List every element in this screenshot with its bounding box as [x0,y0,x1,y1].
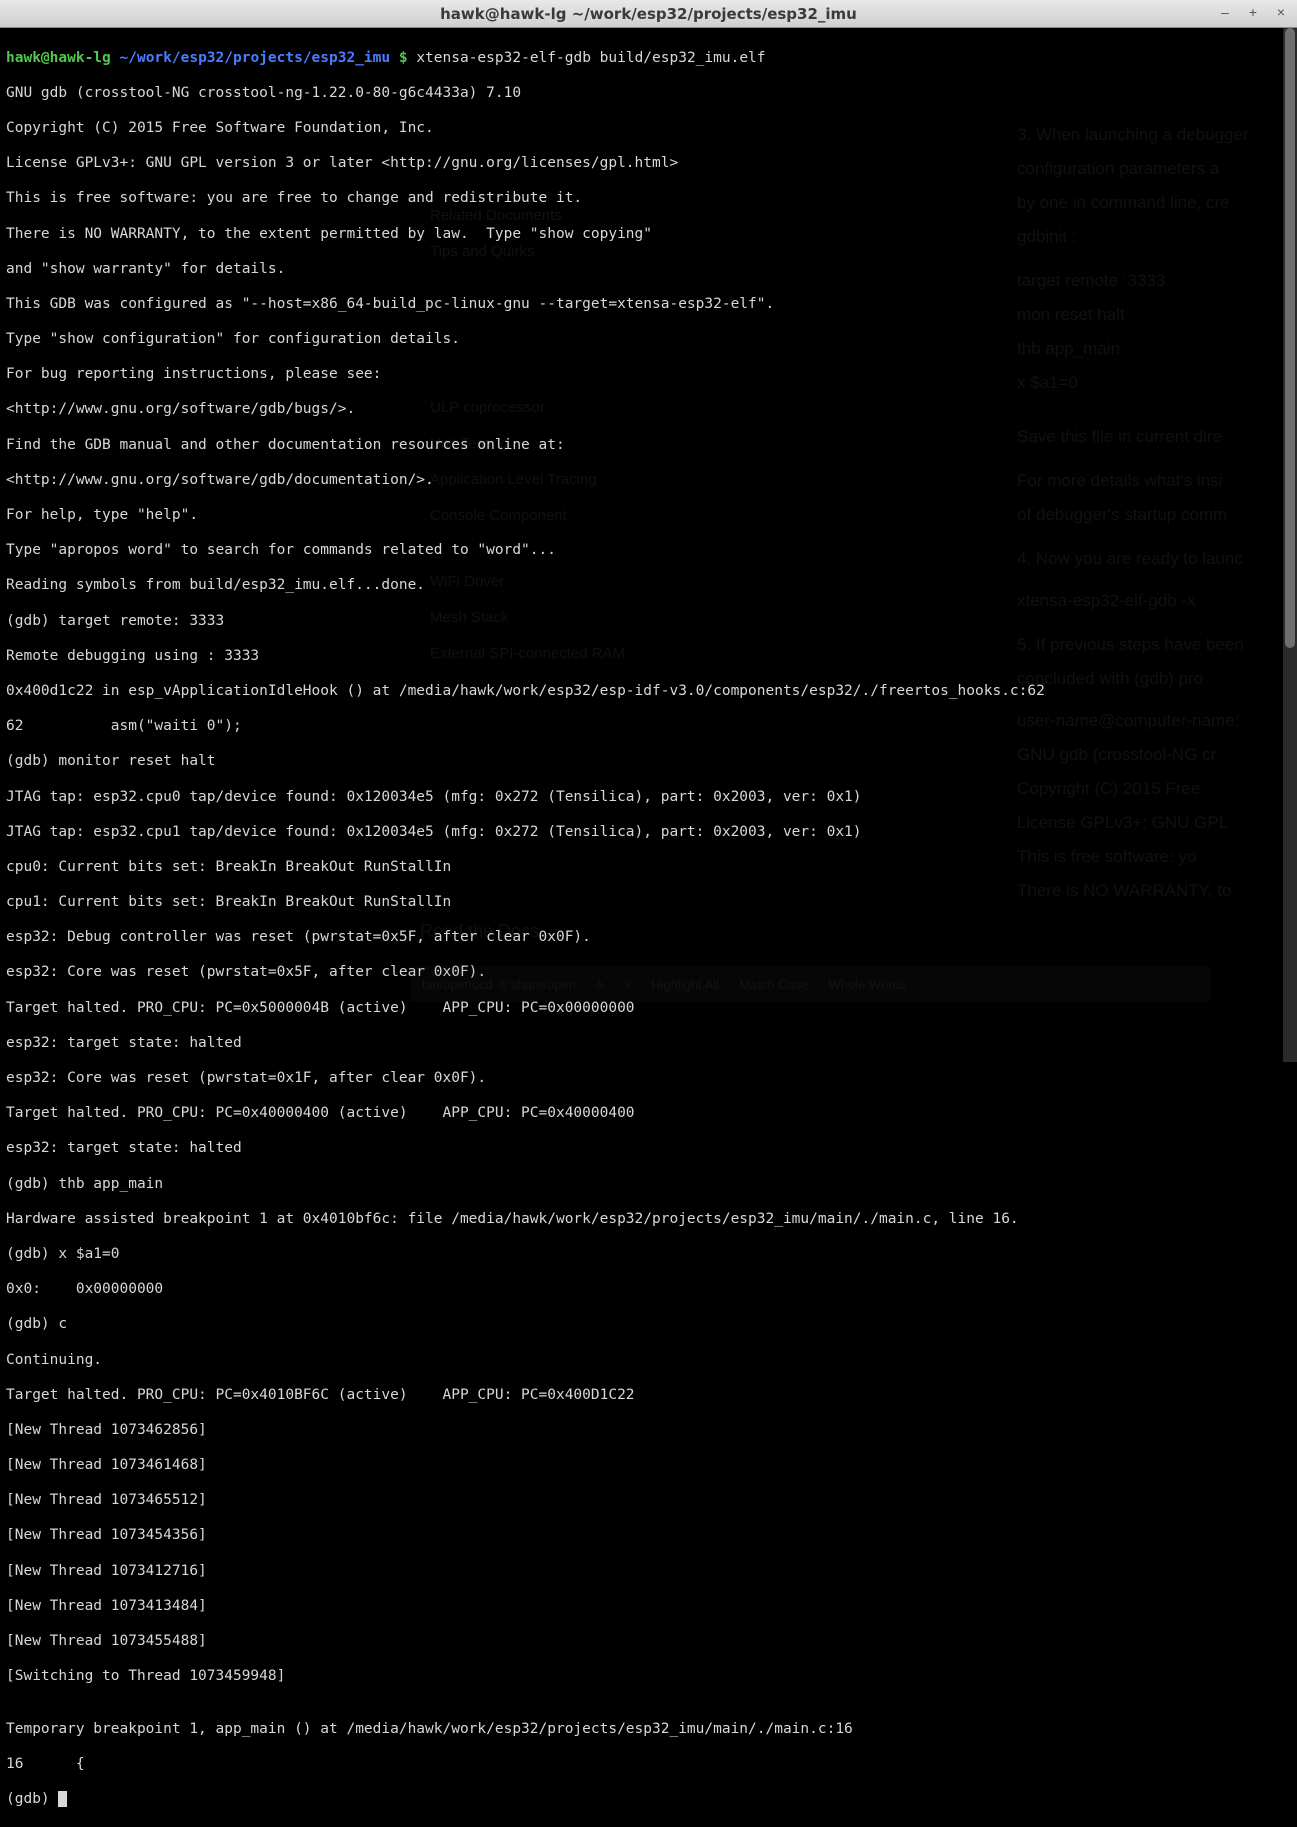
output-line: License GPLv3+: GNU GPL version 3 or lat… [6,155,1291,173]
output-line: <http://www.gnu.org/software/gdb/documen… [6,472,1291,490]
output-line: [New Thread 1073465512] [6,1492,1291,1510]
terminal-scrollbar[interactable] [1283,28,1297,1062]
output-line: cpu1: Current bits set: BreakIn BreakOut… [6,894,1291,912]
output-line: [New Thread 1073454356] [6,1527,1291,1545]
minimize-icon[interactable]: – [1217,4,1233,20]
output-line: This is free software: you are free to c… [6,190,1291,208]
prompt-dollar: $ [399,50,408,66]
output-line: [Switching to Thread 1073459948] [6,1668,1291,1686]
output-line: This GDB was configured as "--host=x86_6… [6,296,1291,314]
output-line: Copyright (C) 2015 Free Software Foundat… [6,120,1291,138]
output-line: Remote debugging using : 3333 [6,648,1291,666]
output-line: cpu0: Current bits set: BreakIn BreakOut… [6,859,1291,877]
output-line: esp32: Debug controller was reset (pwrst… [6,929,1291,947]
output-line: and "show warranty" for details. [6,261,1291,279]
output-line: For bug reporting instructions, please s… [6,366,1291,384]
output-line: Target halted. PRO_CPU: PC=0x5000004B (a… [6,1000,1291,1018]
output-line: (gdb) target remote: 3333 [6,613,1291,631]
output-line: Target halted. PRO_CPU: PC=0x4010BF6C (a… [6,1387,1291,1405]
output-line: esp32: Core was reset (pwrstat=0x5F, aft… [6,964,1291,982]
output-line: 0x400d1c22 in esp_vApplicationIdleHook (… [6,683,1291,701]
output-line: For help, type "help". [6,507,1291,525]
output-line: Type "show configuration" for configurat… [6,331,1291,349]
output-line: [New Thread 1073412716] [6,1563,1291,1581]
scrollbar-thumb[interactable] [1285,28,1295,648]
output-line: Temporary breakpoint 1, app_main () at /… [6,1721,1291,1739]
output-line: Hardware assisted breakpoint 1 at 0x4010… [6,1211,1291,1229]
output-line: esp32: target state: halted [6,1140,1291,1158]
window-controls: – + × [1217,4,1289,20]
entered-command: xtensa-esp32-elf-gdb build/esp32_imu.elf [416,50,765,66]
output-line: (gdb) monitor reset halt [6,753,1291,771]
output-line: GNU gdb (crosstool-NG crosstool-ng-1.22.… [6,85,1291,103]
output-line: JTAG tap: esp32.cpu1 tap/device found: 0… [6,824,1291,842]
output-line: Reading symbols from build/esp32_imu.elf… [6,577,1291,595]
output-line: JTAG tap: esp32.cpu0 tap/device found: 0… [6,789,1291,807]
output-line: Continuing. [6,1352,1291,1370]
output-line: [New Thread 1073461468] [6,1457,1291,1475]
output-line: (gdb) x $a1=0 [6,1246,1291,1264]
output-line: Find the GDB manual and other documentat… [6,437,1291,455]
output-line: [New Thread 1073462856] [6,1422,1291,1440]
prompt-user-host: hawk@hawk-lg [6,50,111,66]
window-titlebar: hawk@hawk-lg ~/work/esp32/projects/esp32… [0,0,1297,28]
output-line: [New Thread 1073413484] [6,1598,1291,1616]
window-title: hawk@hawk-lg ~/work/esp32/projects/esp32… [440,5,857,23]
output-line: [New Thread 1073455488] [6,1633,1291,1651]
output-line: <http://www.gnu.org/software/gdb/bugs/>. [6,401,1291,419]
output-line: Type "apropos word" to search for comman… [6,542,1291,560]
output-line: 0x0: 0x00000000 [6,1281,1291,1299]
output-line: 16 { [6,1756,1291,1774]
maximize-icon[interactable]: + [1245,4,1261,20]
close-icon[interactable]: × [1273,4,1289,20]
output-line: There is NO WARRANTY, to the extent perm… [6,226,1291,244]
output-line: Target halted. PRO_CPU: PC=0x40000400 (a… [6,1105,1291,1123]
gdb-prompt-line: (gdb) [6,1791,1291,1809]
prompt-path: ~/work/esp32/projects/esp32_imu [120,50,391,66]
output-line: 62 asm("waiti 0"); [6,718,1291,736]
output-line: esp32: Core was reset (pwrstat=0x1F, aft… [6,1070,1291,1088]
terminal-output[interactable]: hawk@hawk-lg ~/work/esp32/projects/esp32… [0,28,1297,1062]
output-line: esp32: target state: halted [6,1035,1291,1053]
output-line: (gdb) c [6,1316,1291,1334]
output-line: (gdb) thb app_main [6,1176,1291,1194]
terminal-cursor [58,1791,67,1807]
